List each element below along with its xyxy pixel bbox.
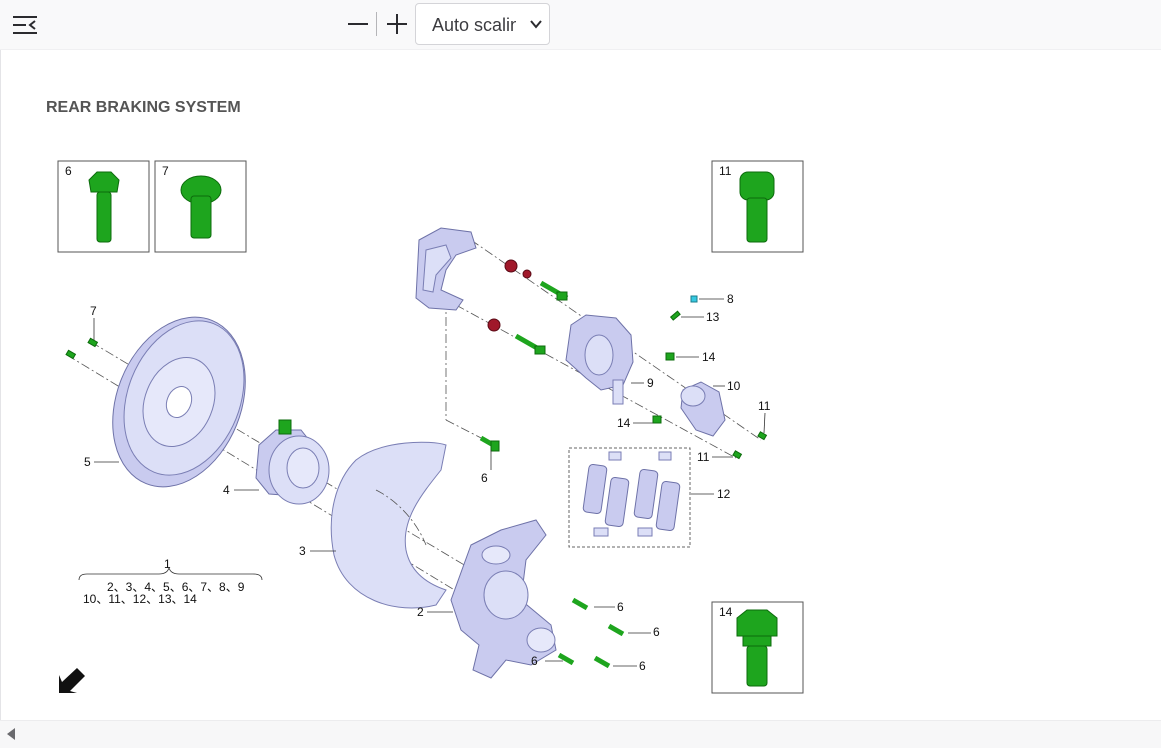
callout-7: 7: [90, 304, 97, 318]
callout-11: 11: [697, 450, 710, 464]
document-viewer: REAR BRAKING SYSTEM 6 7 11 14 7 5 4 3 2 …: [0, 50, 1161, 720]
callout-14: 14: [702, 350, 716, 364]
dust-shield: [330, 441, 447, 609]
inset-number: 14: [719, 605, 733, 619]
callout-1: 1: [164, 557, 171, 571]
horizontal-scrollbar[interactable]: [0, 720, 1161, 748]
callout-6: 6: [639, 659, 646, 673]
inset-part-6: 6: [57, 160, 150, 253]
guide-pin-seal: [504, 259, 518, 273]
kit-callout-1: 1 2、3、4、5、6、7、8、9 10、11、12、13、14: [78, 557, 263, 606]
kit-contents-line-2: 10、11、12、13、14: [83, 592, 197, 606]
diagram-title: REAR BRAKING SYSTEM: [46, 99, 241, 116]
plus-icon[interactable]: [383, 10, 411, 38]
inset-number: 6: [65, 164, 72, 178]
callout-3: 3: [299, 544, 306, 558]
inset-number: 11: [719, 164, 732, 178]
callout-10: 10: [727, 379, 741, 393]
guide-pin-seal: [487, 318, 501, 332]
minus-icon[interactable]: [344, 10, 372, 38]
inset-part-7: 7: [154, 160, 247, 253]
callout-6: 6: [653, 625, 660, 639]
pdf-toolbar: Auto scaling: [0, 0, 1161, 50]
chevron-down-icon: [529, 17, 543, 31]
callout-6: 6: [481, 471, 488, 485]
brake-disc: [112, 316, 246, 488]
guide-pin-seal: [522, 269, 532, 279]
inset-part-14: 14: [711, 601, 804, 694]
callout-5: 5: [84, 455, 91, 469]
steering-knuckle: [450, 519, 557, 679]
scroll-left-arrow-icon[interactable]: [4, 726, 20, 742]
exploded-parts-diagram: REAR BRAKING SYSTEM 6 7 11 14 7 5 4 3 2 …: [46, 99, 804, 694]
callout-8: 8: [727, 292, 734, 306]
callout-6: 6: [617, 600, 624, 614]
bleeder-screw: [690, 295, 698, 303]
callout-14: 14: [617, 416, 631, 430]
sidebar-toggle-icon[interactable]: [10, 12, 40, 38]
callout-12: 12: [717, 487, 731, 501]
callout-13: 13: [706, 310, 720, 324]
brake-pad-kit: [568, 447, 691, 548]
brake-caliper: [565, 314, 634, 405]
electric-parking-brake-motor: [680, 381, 726, 437]
arrow-down-left-icon: [59, 668, 85, 693]
callout-11: 11: [758, 399, 771, 413]
toolbar-separator: [376, 12, 377, 36]
callout-2: 2: [417, 605, 424, 619]
zoom-scale-select[interactable]: Auto scaling: [415, 3, 550, 45]
wheel-hub: [255, 419, 330, 505]
caliper-bracket: [415, 227, 477, 311]
callout-9: 9: [647, 376, 654, 390]
callout-4: 4: [223, 483, 230, 497]
inset-part-11: 11: [711, 160, 804, 253]
inset-number: 7: [162, 164, 169, 178]
callout-6: 6: [531, 654, 538, 668]
zoom-scale-value: Auto scaling: [432, 15, 516, 35]
